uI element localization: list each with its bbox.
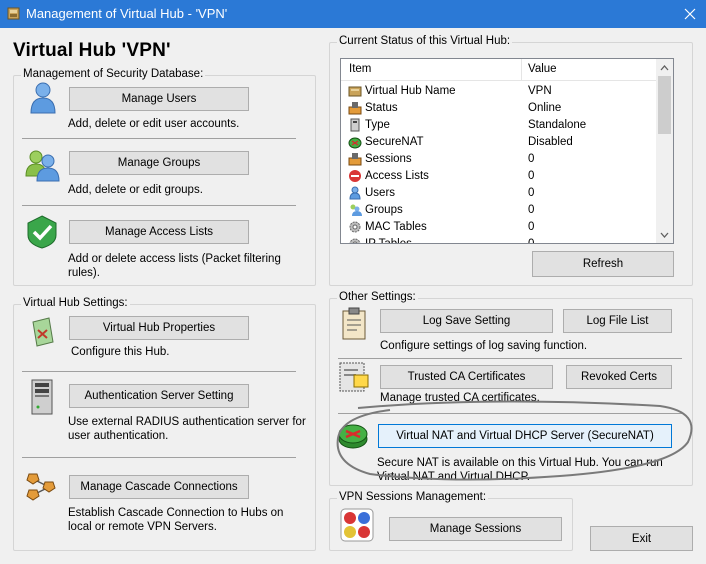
no-entry-icon [349,170,361,182]
sessions-icon [340,508,374,542]
list-item-value: 0 [528,221,535,233]
group-icon [350,204,362,216]
close-icon [684,8,696,20]
list-item-label: MAC Tables [365,221,427,233]
gear-icon [349,238,361,243]
divider [22,138,296,139]
server-icon [31,379,53,415]
list-item-value: VPN [528,85,552,97]
sessions-icon [348,153,362,166]
user-icon [349,186,361,200]
list-item-label: Access Lists [365,170,429,182]
window-title: Management of Virtual Hub - 'VPN' [26,6,228,21]
list-item-label: Status [365,102,398,114]
list-item-value: 0 [528,187,535,199]
authentication-server-setting-button[interactable]: Authentication Server Setting [69,384,249,408]
list-item-value: Online [528,102,562,114]
clipboard-icon [342,307,366,340]
hub-properties-icon [32,317,54,347]
group-label: VPN Sessions Management: [337,491,489,503]
list-item[interactable]: Status Online [341,100,657,117]
close-button[interactable] [674,0,706,28]
list-item[interactable]: Users 0 [341,185,657,202]
log-file-list-button[interactable]: Log File List [563,309,672,333]
group-label: Current Status of this Virtual Hub: [337,35,513,47]
list-item-value: 0 [528,170,535,182]
title-bar: Management of Virtual Hub - 'VPN' [0,0,706,28]
list-item[interactable]: Type Standalone [341,117,657,134]
hub-icon [348,86,362,97]
refresh-button[interactable]: Refresh [532,251,674,277]
router-icon [348,137,362,149]
list-header: Item Value [341,59,657,81]
exit-button[interactable]: Exit [590,526,693,551]
column-header-value[interactable]: Value [528,63,557,75]
list-item-label: SecureNAT [365,136,424,148]
manage-groups-button[interactable]: Manage Groups [69,151,249,175]
page-title: Virtual Hub 'VPN' [13,40,171,61]
trusted-ca-certificates-button[interactable]: Trusted CA Certificates [380,365,553,389]
list-item[interactable]: Virtual Hub Name VPN [341,83,657,100]
list-item-value: Standalone [528,119,587,131]
manage-users-desc: Add, delete or edit user accounts. [68,118,240,130]
scroll-up-button[interactable] [656,59,673,76]
group-icon [25,150,60,182]
virtual-hub-properties-desc: Configure this Hub. [71,346,170,358]
list-item-value: 0 [528,153,535,165]
group-label: Management of Security Database: [21,68,206,80]
list-item[interactable]: MAC Tables 0 [341,219,657,236]
manage-users-button[interactable]: Manage Users [69,87,249,111]
vertical-scrollbar[interactable] [656,59,673,243]
list-item-label: IP Tables [365,238,412,244]
chevron-up-icon [660,64,669,70]
manage-access-lists-button[interactable]: Manage Access Lists [69,220,249,244]
manage-groups-desc: Add, delete or edit groups. [68,184,203,196]
shield-check-icon [27,215,57,249]
gear-icon [349,221,361,233]
log-setting-desc: Configure settings of log saving functio… [380,340,588,352]
list-item[interactable]: Sessions 0 [341,151,657,168]
scroll-down-button[interactable] [656,226,673,243]
certificate-icon [339,362,369,392]
virtual-hub-properties-button[interactable]: Virtual Hub Properties [69,316,249,340]
highlight-annotation [336,400,693,481]
list-item-label: Type [365,119,390,131]
revoked-certs-button[interactable]: Revoked Certs [566,365,672,389]
list-item-label: Sessions [365,153,412,165]
list-item-value: 0 [528,204,535,216]
cascade-icon [26,473,56,501]
group-label: Other Settings: [337,291,418,303]
list-item-label: Groups [365,204,403,216]
list-item-label: Users [365,187,396,199]
manage-sessions-button[interactable]: Manage Sessions [389,517,562,541]
column-divider [521,59,522,81]
status-icon [348,102,362,115]
type-icon [350,118,360,132]
manage-cascade-connections-button[interactable]: Manage Cascade Connections [69,475,249,499]
list-item-label: Virtual Hub Name [365,85,456,97]
manage-access-lists-desc: Add or delete access lists (Packet filte… [68,253,281,279]
chevron-down-icon [660,232,669,238]
list-item[interactable]: Groups 0 [341,202,657,219]
list-item[interactable]: IP Tables 0 [341,236,657,244]
divider [22,371,296,372]
scrollbar-thumb[interactable] [658,76,671,134]
list-item[interactable]: Access Lists 0 [341,168,657,185]
group-label: Virtual Hub Settings: [21,297,130,309]
list-item-value: 0 [528,238,535,244]
divider [22,457,296,458]
manage-cascade-connections-desc: Establish Cascade Connection to Hubs on … [68,507,284,533]
divider [22,205,296,206]
divider [338,358,682,359]
list-item-value: Disabled [528,136,573,148]
authentication-server-desc: Use external RADIUS authentication serve… [68,416,306,442]
column-header-item[interactable]: Item [349,63,371,75]
list-item[interactable]: SecureNAT Disabled [341,134,657,151]
app-icon [7,7,20,20]
log-save-setting-button[interactable]: Log Save Setting [380,309,553,333]
user-icon [30,82,56,114]
status-list[interactable]: Item Value Virtual Hub Name VPN Status Onli… [340,58,674,244]
